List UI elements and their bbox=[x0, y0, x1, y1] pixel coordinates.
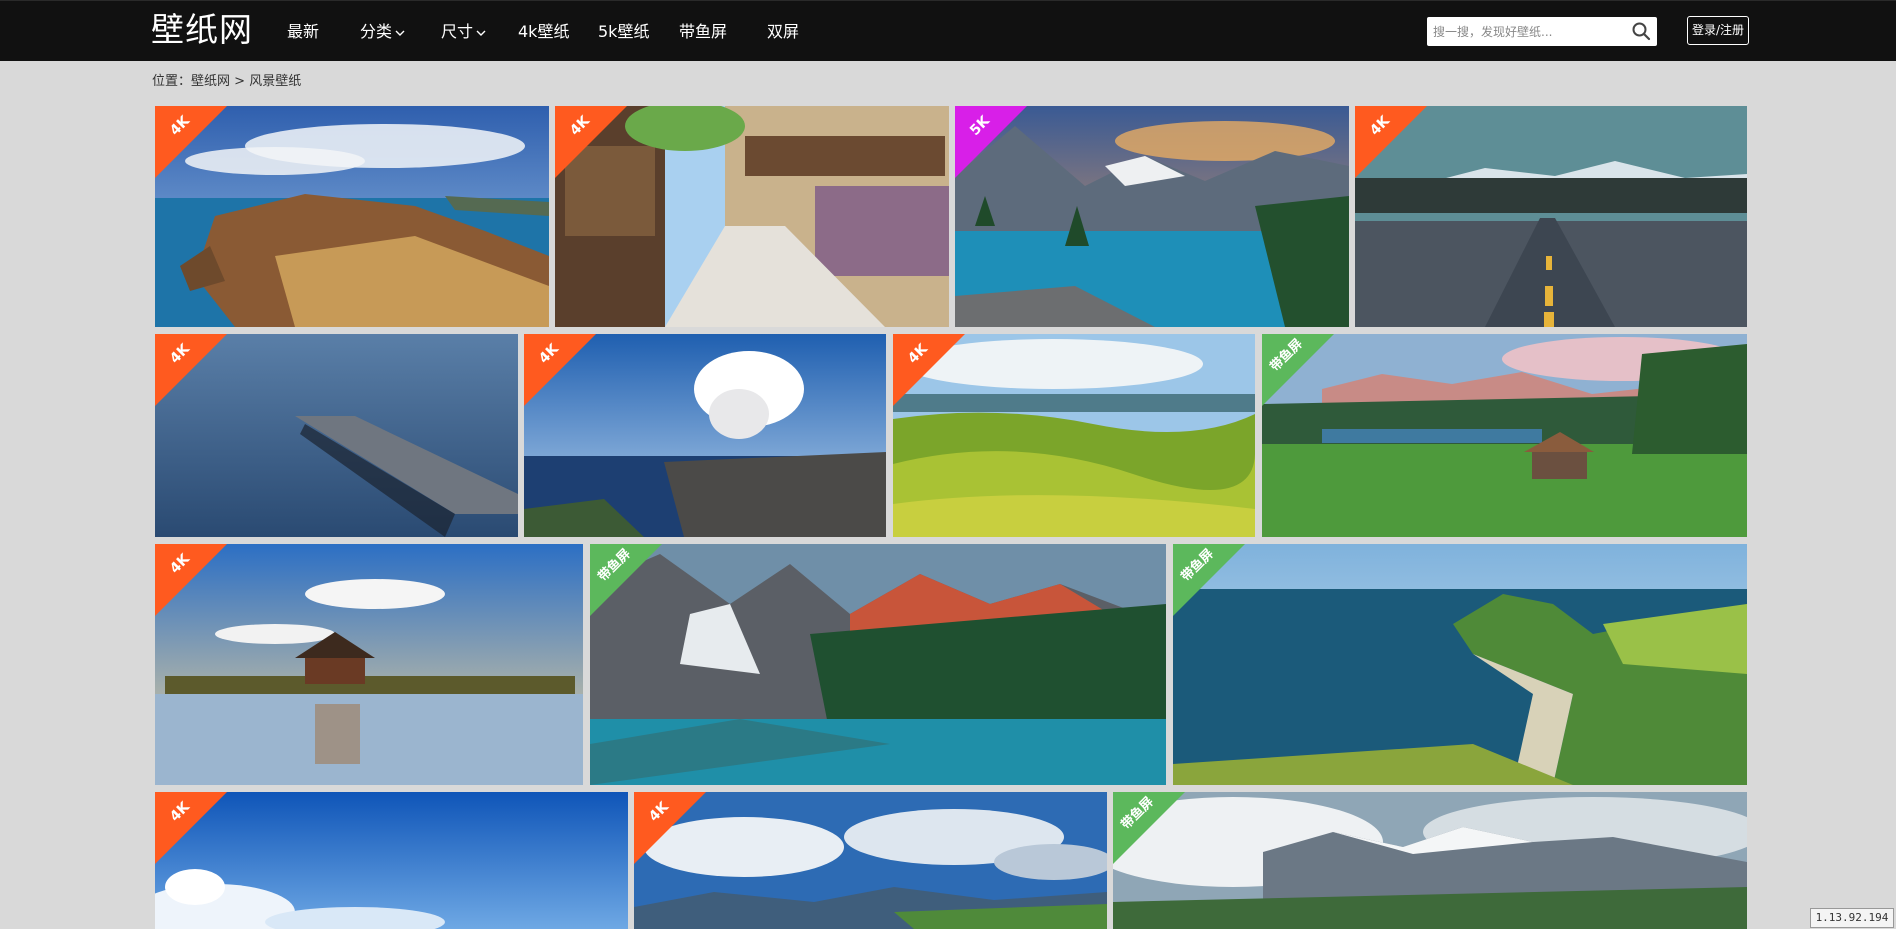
nav-ultrawide[interactable]: 带鱼屏 bbox=[679, 20, 727, 44]
wallpaper-image bbox=[1173, 544, 1747, 785]
breadcrumb-home-link[interactable]: 壁纸网 bbox=[191, 74, 230, 89]
site-logo[interactable]: 壁纸网 bbox=[151, 9, 253, 51]
nav-category[interactable]: 分类 bbox=[360, 20, 406, 44]
resolution-badge: 4K bbox=[155, 792, 227, 864]
wallpaper-tile[interactable]: 4K bbox=[1355, 106, 1747, 327]
resolution-badge: 带鱼屏 bbox=[1173, 544, 1245, 616]
wallpaper-tile[interactable]: 带鱼屏 bbox=[1173, 544, 1747, 785]
resolution-badge: 4K bbox=[155, 106, 227, 178]
wallpaper-tile[interactable]: 5K bbox=[955, 106, 1349, 327]
wallpaper-tile[interactable]: 4K bbox=[155, 544, 583, 785]
nav-dual-screen[interactable]: 双屏 bbox=[767, 20, 799, 44]
search-box bbox=[1427, 17, 1657, 46]
resolution-badge: 带鱼屏 bbox=[1113, 792, 1185, 864]
login-register-button[interactable]: 登录/注册 bbox=[1687, 16, 1749, 45]
wallpaper-tile[interactable]: 4K bbox=[155, 106, 549, 327]
search-input[interactable] bbox=[1427, 17, 1623, 46]
nav-5k-label: 5k壁纸 bbox=[598, 22, 650, 41]
chevron-down-icon bbox=[476, 30, 486, 36]
nav-latest-label: 最新 bbox=[287, 22, 320, 41]
resolution-badge: 4K bbox=[155, 334, 227, 406]
breadcrumb-current[interactable]: 风景壁纸 bbox=[249, 74, 301, 89]
nav-latest[interactable]: 最新 bbox=[287, 20, 319, 44]
nav-dual-screen-label: 双屏 bbox=[767, 22, 800, 41]
wallpaper-tile[interactable]: 4K bbox=[524, 334, 886, 537]
nav-4k-label: 4k壁纸 bbox=[518, 22, 570, 41]
wallpaper-tile[interactable]: 4K bbox=[155, 334, 518, 537]
nav-5k[interactable]: 5k壁纸 bbox=[598, 20, 649, 44]
wallpaper-tile[interactable]: 带鱼屏 bbox=[1262, 334, 1747, 537]
wallpaper-tile[interactable]: 4K bbox=[155, 792, 628, 929]
nav-category-label: 分类 bbox=[360, 22, 393, 41]
nav-ultrawide-label: 带鱼屏 bbox=[679, 22, 728, 41]
resolution-badge: 5K bbox=[955, 106, 1027, 178]
ip-address-label: 1.13.92.194 bbox=[1810, 908, 1894, 928]
chevron-down-icon bbox=[395, 30, 405, 36]
resolution-badge: 4K bbox=[155, 544, 227, 616]
wallpaper-tile[interactable]: 4K bbox=[634, 792, 1107, 929]
nav-size-label: 尺寸 bbox=[441, 22, 474, 41]
breadcrumb-separator: > bbox=[230, 74, 250, 89]
nav-4k[interactable]: 4k壁纸 bbox=[518, 20, 569, 44]
top-navbar: 壁纸网 最新 分类 尺寸 4k壁纸 5k壁纸 带鱼屏 双屏 登录/注册 bbox=[0, 0, 1896, 61]
wallpaper-image bbox=[1113, 792, 1747, 929]
wallpaper-tile[interactable]: 带鱼屏 bbox=[1113, 792, 1747, 929]
search-icon[interactable] bbox=[1631, 21, 1651, 41]
wallpaper-image bbox=[1262, 334, 1747, 537]
resolution-badge: 4K bbox=[634, 792, 706, 864]
wallpaper-tile[interactable]: 带鱼屏 bbox=[590, 544, 1166, 785]
wallpaper-tile[interactable]: 4K bbox=[893, 334, 1255, 537]
resolution-badge: 4K bbox=[524, 334, 596, 406]
resolution-badge: 4K bbox=[893, 334, 965, 406]
wallpaper-image bbox=[590, 544, 1166, 785]
breadcrumb-prefix: 位置： bbox=[152, 74, 192, 89]
nav-size[interactable]: 尺寸 bbox=[441, 20, 487, 44]
resolution-badge: 4K bbox=[1355, 106, 1427, 178]
resolution-badge: 4K bbox=[555, 106, 627, 178]
wallpaper-tile[interactable]: 4K bbox=[555, 106, 949, 327]
resolution-badge: 带鱼屏 bbox=[1262, 334, 1334, 406]
resolution-badge: 带鱼屏 bbox=[590, 544, 662, 616]
breadcrumb: 位置：壁纸网 > 风景壁纸 bbox=[152, 73, 301, 91]
